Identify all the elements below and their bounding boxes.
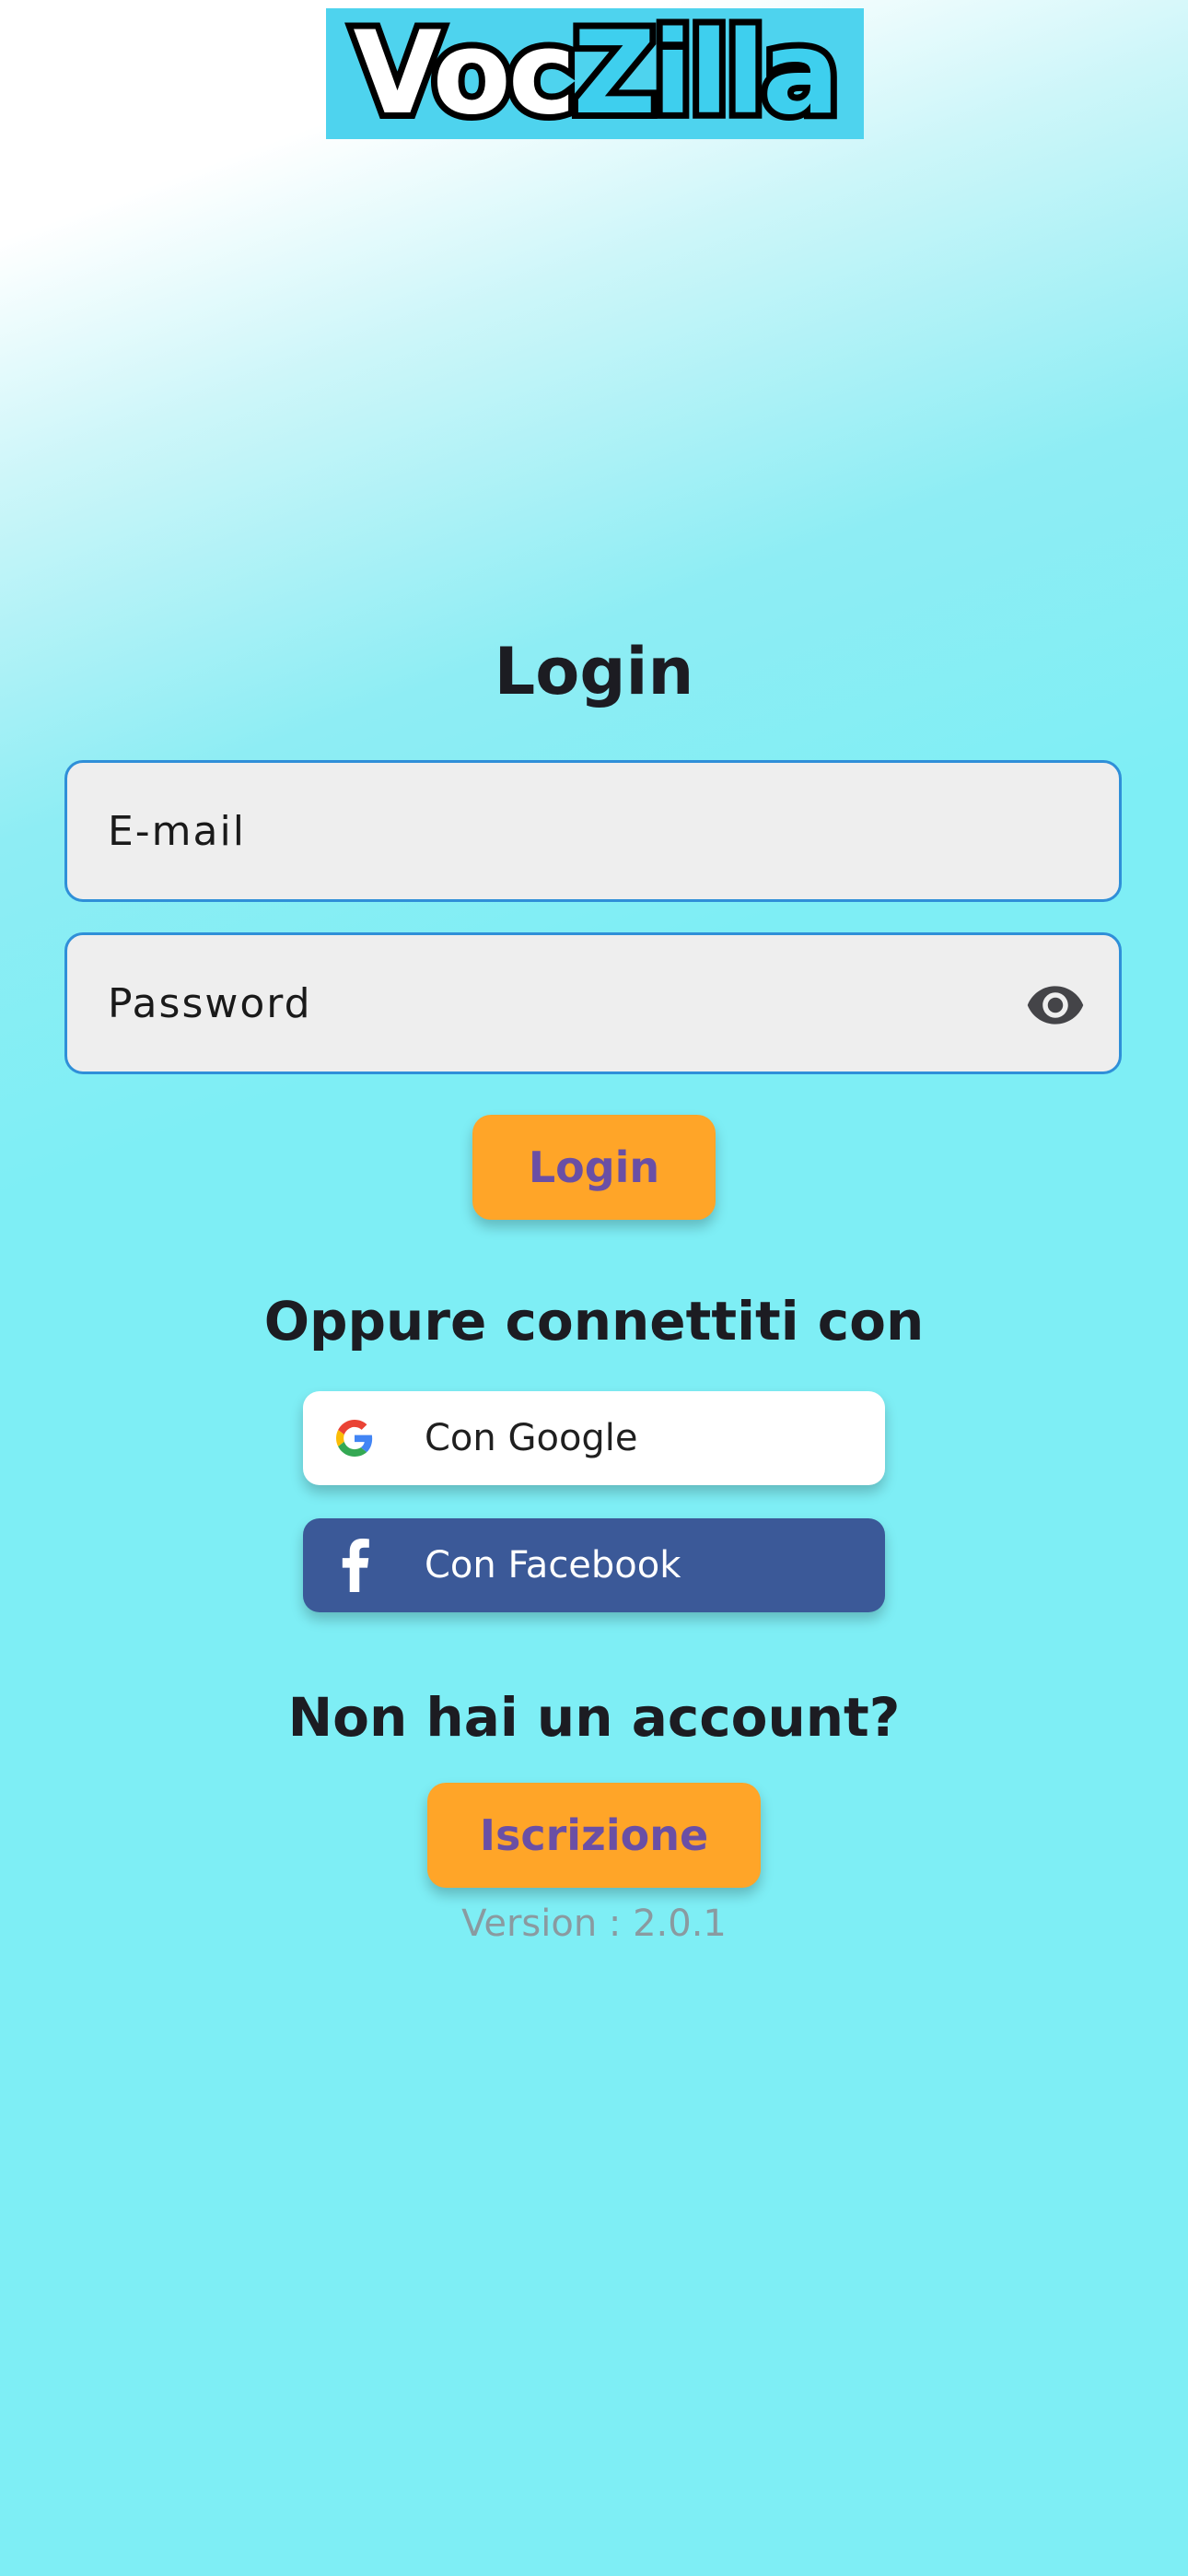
email-input[interactable] bbox=[67, 763, 1119, 899]
google-button-label: Con Google bbox=[425, 1417, 638, 1459]
page-title: Login bbox=[494, 634, 694, 709]
facebook-login-button[interactable]: Con Facebook bbox=[303, 1518, 885, 1612]
facebook-logo-icon bbox=[309, 1518, 401, 1612]
google-login-button[interactable]: Con Google bbox=[303, 1391, 885, 1485]
arrow-left-icon bbox=[56, 58, 91, 93]
logo-text-zilla: Zilla bbox=[566, 7, 845, 140]
signup-button[interactable]: Iscrizione bbox=[427, 1783, 761, 1888]
password-input[interactable] bbox=[67, 935, 1119, 1071]
facebook-button-label: Con Facebook bbox=[425, 1544, 681, 1587]
social-login-heading: Oppure connettiti con bbox=[263, 1290, 925, 1352]
login-button[interactable]: Login bbox=[472, 1115, 716, 1220]
back-button[interactable] bbox=[37, 39, 111, 112]
email-field[interactable] bbox=[64, 760, 1122, 902]
no-account-heading: Non hai un account? bbox=[287, 1686, 901, 1749]
app-logo: Voc Zilla bbox=[326, 8, 864, 139]
password-field[interactable] bbox=[64, 932, 1122, 1074]
google-logo-icon bbox=[309, 1391, 401, 1485]
eye-icon bbox=[1027, 986, 1084, 1025]
show-password-toggle[interactable] bbox=[1023, 976, 1088, 1035]
version-label: Version : 2.0.1 bbox=[461, 1903, 727, 1945]
logo-text-voc: Voc bbox=[347, 7, 583, 140]
